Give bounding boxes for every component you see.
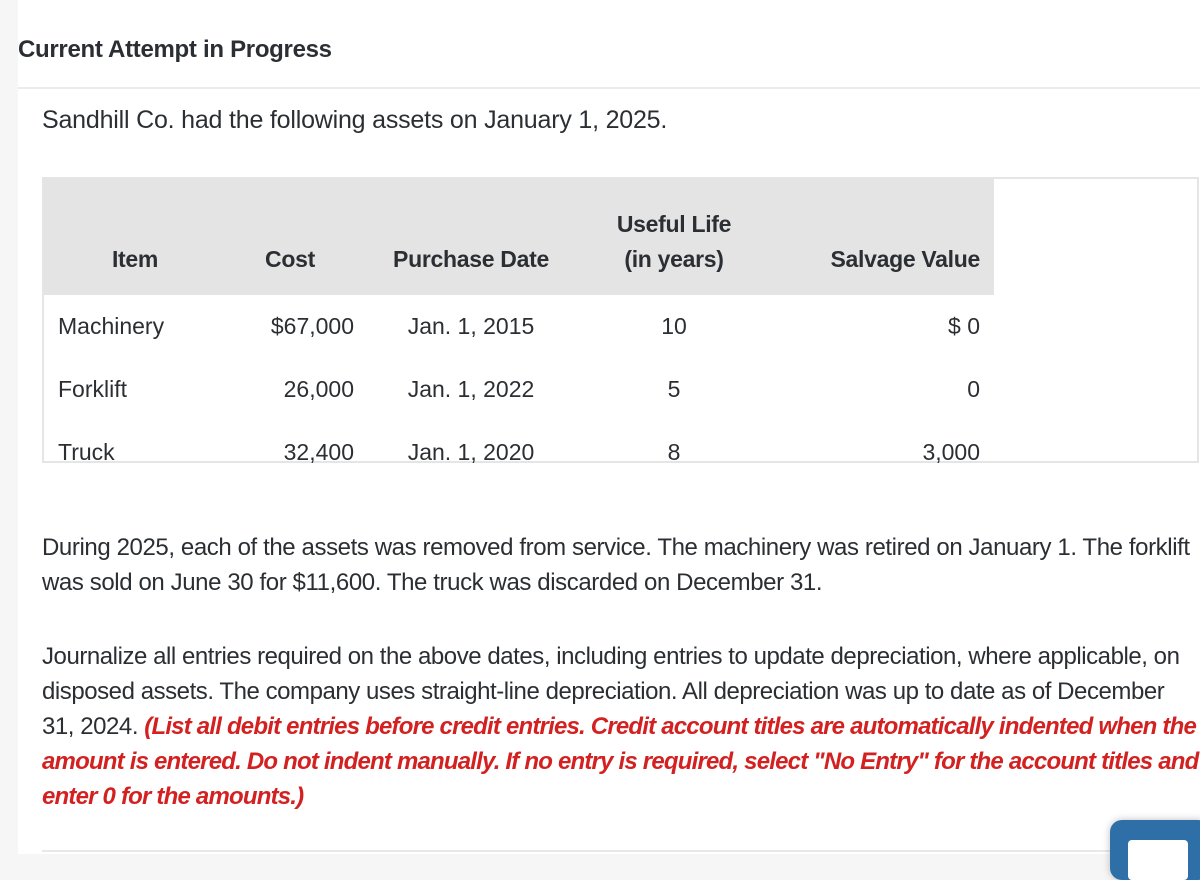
table-row: Truck 32,400 Jan. 1, 2020 8 3,000 bbox=[44, 421, 994, 484]
cell-useful-life: 8 bbox=[667, 439, 681, 465]
cell-item: Truck bbox=[58, 439, 115, 465]
useful-life-label-line1: Useful Life bbox=[616, 211, 732, 237]
table-row: Forklift 26,000 Jan. 1, 2022 5 0 bbox=[44, 358, 994, 421]
column-header-cost: Cost bbox=[226, 179, 354, 295]
cell-item: Forklift bbox=[58, 376, 127, 402]
column-header-item: Item bbox=[44, 179, 226, 295]
useful-life-label-line2: (in years) bbox=[624, 246, 724, 272]
bottom-divider bbox=[42, 850, 1200, 852]
column-header-salvage-value: Salvage Value bbox=[760, 179, 994, 295]
column-header-purchase-date: Purchase Date bbox=[354, 179, 588, 295]
attempt-status-heading: Current Attempt in Progress bbox=[18, 36, 332, 63]
cell-salvage-value: 3,000 bbox=[922, 439, 980, 465]
header-divider bbox=[18, 87, 1200, 89]
cell-purchase-date: Jan. 1, 2020 bbox=[407, 439, 535, 465]
cell-useful-life: 5 bbox=[667, 376, 681, 402]
question-panel: Current Attempt in Progress Sandhill Co.… bbox=[18, 0, 1200, 854]
cell-cost: 26,000 bbox=[283, 376, 354, 402]
disposal-description: During 2025, each of the assets was remo… bbox=[42, 534, 1190, 596]
instructions-note: (List all debit entries before credit en… bbox=[42, 713, 1199, 810]
asset-table: Item Cost Purchase Date Useful Life (in … bbox=[44, 179, 994, 484]
cell-salvage-value: $ 0 bbox=[948, 313, 980, 339]
cell-useful-life: 10 bbox=[661, 313, 687, 339]
instructions: Journalize all entries required on the a… bbox=[42, 639, 1200, 814]
asset-table-container: Item Cost Purchase Date Useful Life (in … bbox=[42, 177, 1199, 465]
column-header-useful-life: Useful Life (in years) bbox=[588, 179, 760, 295]
cell-cost: 32,400 bbox=[283, 439, 354, 465]
problem-intro: Sandhill Co. had the following assets on… bbox=[42, 106, 668, 134]
cell-purchase-date: Jan. 1, 2015 bbox=[407, 313, 535, 339]
cell-cost: $67,000 bbox=[270, 313, 354, 339]
button-icon bbox=[1128, 840, 1188, 880]
table-header-row: Item Cost Purchase Date Useful Life (in … bbox=[44, 179, 994, 295]
cell-item: Machinery bbox=[58, 313, 165, 339]
floating-action-button[interactable] bbox=[1110, 820, 1200, 880]
cell-purchase-date: Jan. 1, 2022 bbox=[407, 376, 535, 402]
cell-salvage-value: 0 bbox=[967, 376, 980, 402]
table-row: Machinery $67,000 Jan. 1, 2015 10 $ 0 bbox=[44, 295, 994, 358]
